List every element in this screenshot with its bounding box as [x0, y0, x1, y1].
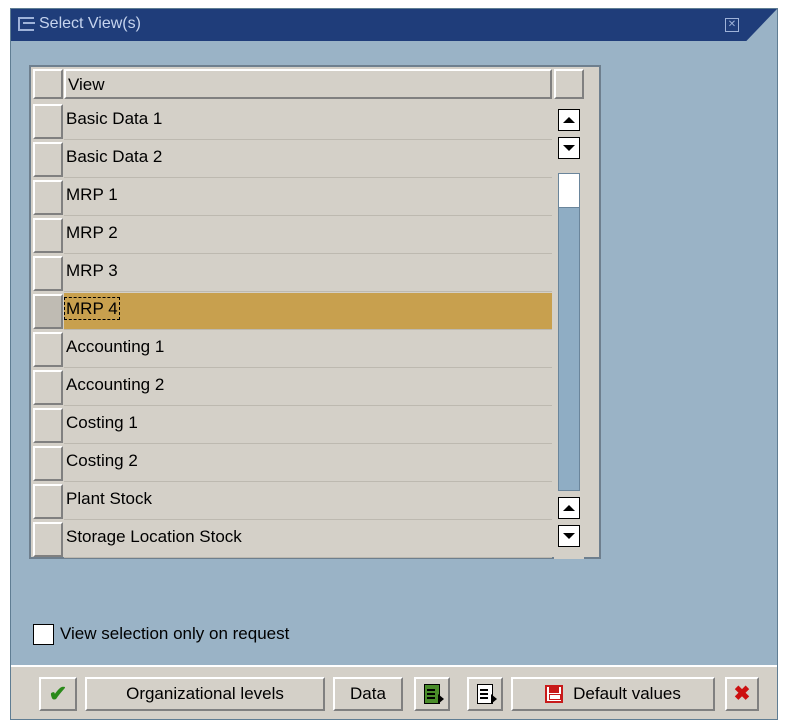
default-values-button[interactable]: Default values — [511, 677, 715, 711]
data-button[interactable]: Data — [333, 677, 403, 711]
table-row[interactable]: Costing 2 — [33, 445, 552, 482]
scroll-up-button[interactable] — [558, 497, 580, 519]
view-selection-option[interactable]: View selection only on request — [33, 623, 289, 645]
select-all-button[interactable] — [414, 677, 450, 711]
row-selector[interactable] — [33, 142, 63, 177]
scrollbar-track[interactable] — [558, 173, 580, 491]
row-selector[interactable] — [33, 446, 63, 481]
scroll-page-up-button[interactable] — [558, 109, 580, 131]
view-cell[interactable]: MRP 2 — [64, 217, 552, 254]
row-selector[interactable] — [33, 408, 63, 443]
view-selection-label: View selection only on request — [60, 624, 290, 643]
close-icon[interactable]: ✕ — [725, 18, 739, 32]
organizational-levels-button[interactable]: Organizational levels — [85, 677, 325, 711]
scrollbar-thumb[interactable] — [559, 174, 579, 208]
table-row-selected[interactable]: MRP 4 — [33, 293, 552, 330]
table-row[interactable]: Accounting 1 — [33, 331, 552, 368]
view-cell[interactable]: MRP 4 — [64, 293, 552, 330]
view-cell[interactable]: Accounting 1 — [64, 331, 552, 368]
row-selector[interactable] — [33, 370, 63, 405]
vertical-scrollbar[interactable] — [554, 103, 584, 559]
view-cell[interactable]: MRP 3 — [64, 255, 552, 292]
dialog-title: Select View(s) — [39, 15, 141, 32]
row-selector[interactable] — [33, 256, 63, 291]
title-bar: Select View(s) ✕ — [11, 9, 777, 41]
view-cell[interactable]: Accounting 2 — [64, 369, 552, 406]
column-header-view[interactable]: View — [64, 69, 552, 99]
scroll-down-button[interactable] — [558, 525, 580, 547]
checkmark-icon: ✔ — [48, 681, 68, 706]
deselect-all-icon — [477, 684, 497, 704]
select-views-dialog: Select View(s) ✕ View Basic Data 1 Basic… — [10, 8, 778, 720]
row-selector[interactable] — [33, 484, 63, 519]
table-row[interactable]: MRP 2 — [33, 217, 552, 254]
save-icon — [545, 685, 564, 703]
table-row[interactable]: Basic Data 1 — [33, 103, 552, 140]
scroll-page-down-button[interactable] — [558, 137, 580, 159]
view-selection-checkbox[interactable] — [33, 623, 54, 645]
row-selector[interactable] — [33, 294, 63, 329]
deselect-all-button[interactable] — [467, 677, 503, 711]
view-cell[interactable]: Costing 1 — [64, 407, 552, 444]
data-button-label: Data — [350, 684, 386, 703]
row-selector[interactable] — [33, 522, 63, 557]
table-row[interactable]: Accounting 2 — [33, 369, 552, 406]
confirm-button[interactable]: ✔ — [39, 677, 77, 711]
arrow-up-icon — [563, 505, 575, 511]
view-cell[interactable]: Costing 2 — [64, 445, 552, 482]
table-row[interactable]: Storage Location Stock — [33, 521, 552, 558]
dialog-toolbar: ✔ Organizational levels Data Default val… — [11, 665, 777, 719]
view-cell[interactable]: Plant Stock — [64, 483, 552, 520]
select-all-icon — [424, 684, 444, 704]
cancel-icon: ✖ — [733, 683, 751, 705]
arrow-up-icon — [563, 117, 575, 123]
view-cell[interactable]: MRP 1 — [64, 179, 552, 216]
views-table: View Basic Data 1 Basic Data 2 MRP 1 MRP… — [29, 65, 601, 559]
view-cell[interactable]: Basic Data 2 — [64, 141, 552, 178]
row-selector[interactable] — [33, 332, 63, 367]
table-row[interactable]: MRP 3 — [33, 255, 552, 292]
arrow-down-icon — [563, 145, 575, 151]
table-row[interactable]: Costing 1 — [33, 407, 552, 444]
cancel-button[interactable]: ✖ — [725, 677, 759, 711]
row-selector[interactable] — [33, 104, 63, 139]
organizational-levels-label: Organizational levels — [126, 684, 284, 703]
select-all-rows-header[interactable] — [33, 69, 63, 99]
focused-cell-text: MRP 4 — [64, 297, 120, 320]
dialog-window-icon — [18, 17, 35, 31]
table-row[interactable]: Basic Data 2 — [33, 141, 552, 178]
table-settings-corner[interactable] — [554, 69, 584, 99]
arrow-down-icon — [563, 533, 575, 539]
row-selector[interactable] — [33, 218, 63, 253]
table-row[interactable]: MRP 1 — [33, 179, 552, 216]
table-row[interactable]: Plant Stock — [33, 483, 552, 520]
view-cell[interactable]: Basic Data 1 — [64, 103, 552, 140]
view-cell[interactable]: Storage Location Stock — [64, 521, 552, 558]
row-selector[interactable] — [33, 180, 63, 215]
default-values-label: Default values — [573, 684, 681, 703]
